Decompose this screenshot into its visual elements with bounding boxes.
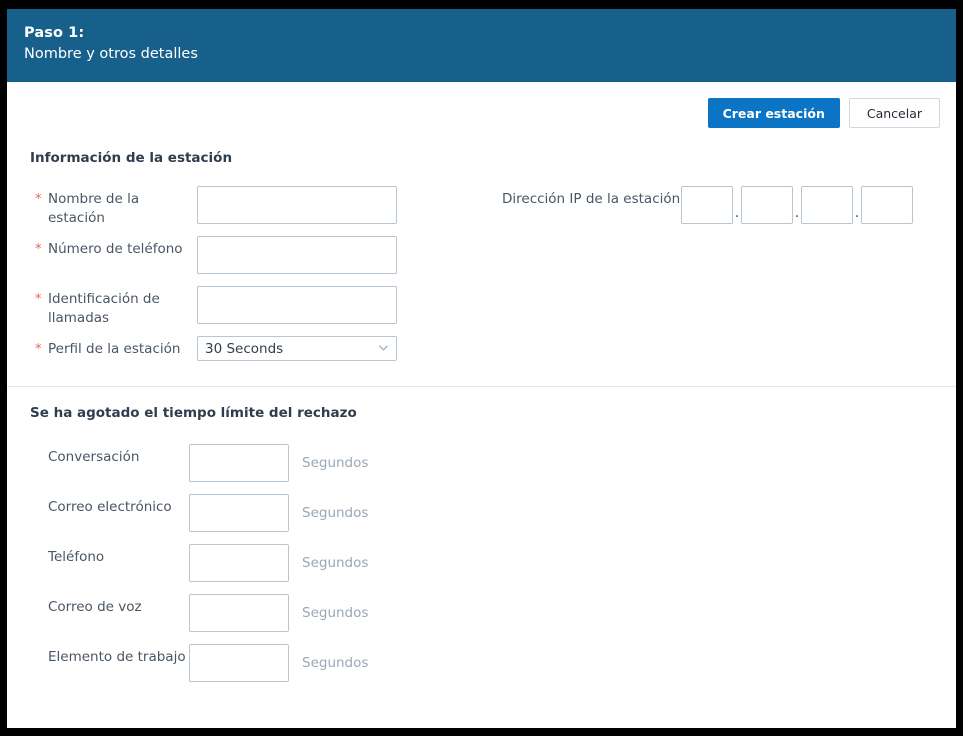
phone-number-input[interactable] [197,236,397,274]
required-asterisk-icon: * [35,242,42,257]
station-ip-address-label-text: Dirección IP de la estación [502,191,681,207]
email-timeout-label: Correo electrónico [48,499,172,515]
field-row-phone-number: * Número de teléfono [7,236,494,286]
field-row-station-name: * Nombre de la estación [7,186,494,236]
chat-timeout-input[interactable] [189,444,289,482]
rejection-timeout-column: Conversación Segundos Correo electrónico… [7,444,494,694]
cancel-button[interactable]: Cancelar [848,98,940,128]
phone-timeout-label: Teléfono [48,549,105,565]
station-profile-select[interactable]: 30 Seconds [197,336,397,361]
station-ip-address-control: . . . [681,186,913,224]
step-title: Paso 1: [24,25,85,41]
caller-id-label: * Identificación de llamadas [7,286,197,328]
field-row-station-profile: * Perfil de la estación 30 Seconds [7,336,494,386]
station-fields-left-column: * Nombre de la estación * Número de telé… [7,186,494,386]
create-station-button[interactable]: Crear estación [707,98,840,128]
rejection-timeout-title: Se ha agotado el tiempo límite del recha… [30,405,357,421]
ip-octet-1-input[interactable] [681,186,733,224]
rejection-timeout-section: Se ha agotado el tiempo límite del recha… [7,387,956,694]
ip-octet-group: . . . [681,186,913,224]
voicemail-timeout-label: Correo de voz [48,599,142,615]
voicemail-timeout-suffix: Segundos [302,605,369,621]
phone-timeout-control: Segundos [189,544,368,582]
work-item-timeout-label: Elemento de trabajo [48,649,186,665]
step-header: Paso 1: Nombre y otros detalles [7,9,956,82]
action-bar: Crear estación Cancelar [7,82,956,144]
phone-number-control [197,236,397,274]
station-profile-label-text: Perfil de la estación [48,341,181,357]
field-row-chat-timeout: Conversación Segundos [7,444,494,494]
ip-octet-4-input[interactable] [861,186,913,224]
station-information-fields: * Nombre de la estación * Número de telé… [7,166,956,386]
caller-id-control [197,286,397,324]
step-subtitle: Nombre y otros detalles [24,46,198,62]
station-profile-control: 30 Seconds [197,336,397,361]
phone-timeout-input[interactable] [189,544,289,582]
station-ip-address-label: Dirección IP de la estación [494,186,681,209]
rejection-timeout-fields: Conversación Segundos Correo electrónico… [7,421,956,694]
browser-frame: Paso 1: Nombre y otros detalles Crear es… [0,0,963,736]
field-row-voicemail-timeout: Correo de voz Segundos [7,594,494,644]
field-row-phone-timeout: Teléfono Segundos [7,544,494,594]
field-row-work-item-timeout: Elemento de trabajo Segundos [7,644,494,694]
work-item-timeout-input[interactable] [189,644,289,682]
station-name-input[interactable] [197,186,397,224]
chat-timeout-label: Conversación [48,449,140,465]
page-surface: Paso 1: Nombre y otros detalles Crear es… [7,9,956,728]
phone-number-label: * Número de teléfono [7,236,197,259]
ip-separator: . [734,205,740,221]
email-timeout-suffix: Segundos [302,505,369,521]
work-item-timeout-control: Segundos [189,644,368,682]
station-profile-select-wrapper: 30 Seconds [197,336,397,361]
station-information-title: Información de la estación [30,150,233,166]
station-name-label: * Nombre de la estación [7,186,197,228]
caller-id-label-text: Identificación de llamadas [48,291,160,326]
ip-octet-2-input[interactable] [741,186,793,224]
email-timeout-control: Segundos [189,494,368,532]
caller-id-input[interactable] [197,286,397,324]
phone-timeout-suffix: Segundos [302,555,369,571]
station-information-section: Información de la estación * Nombre de l… [7,144,956,386]
ip-separator: . [854,205,860,221]
phone-number-label-text: Número de teléfono [48,241,183,257]
required-asterisk-icon: * [35,342,42,357]
ip-octet-3-input[interactable] [801,186,853,224]
station-profile-label: * Perfil de la estación [7,336,197,359]
chat-timeout-control: Segundos [189,444,368,482]
required-asterisk-icon: * [35,192,42,207]
ip-separator: . [794,205,800,221]
voicemail-timeout-control: Segundos [189,594,368,632]
chat-timeout-suffix: Segundos [302,455,369,471]
field-row-caller-id: * Identificación de llamadas [7,286,494,336]
required-asterisk-icon: * [35,292,42,307]
email-timeout-input[interactable] [189,494,289,532]
station-fields-right-column: Dirección IP de la estación . . . [494,186,956,386]
station-name-control [197,186,397,224]
field-row-email-timeout: Correo electrónico Segundos [7,494,494,544]
field-row-station-ip-address: Dirección IP de la estación . . . [494,186,956,236]
station-name-label-text: Nombre de la estación [48,191,140,226]
voicemail-timeout-input[interactable] [189,594,289,632]
work-item-timeout-suffix: Segundos [302,655,369,671]
